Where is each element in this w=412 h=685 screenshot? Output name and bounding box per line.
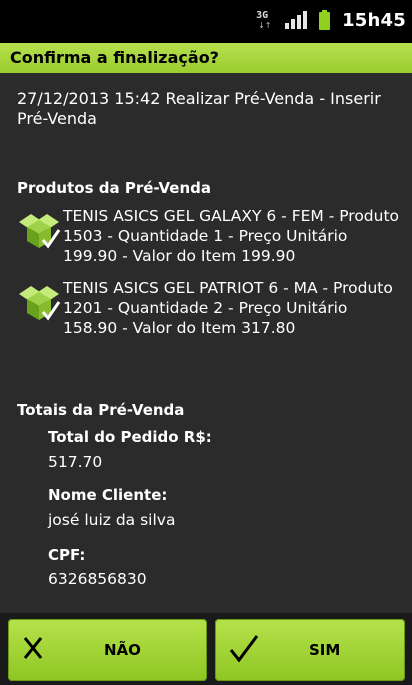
yes-button-label: SIM — [309, 641, 341, 659]
3g-data-icon: 3G ↓↑ — [256, 10, 272, 30]
signal-icon — [285, 11, 308, 29]
total-value: 517.70 — [48, 453, 103, 471]
no-button-label: NÃO — [104, 641, 141, 659]
cpf-label: CPF: — [48, 546, 86, 564]
yes-button[interactable]: SIM — [215, 619, 405, 681]
product-description: TENIS ASICS GEL GALAXY 6 - FEM - Produto… — [63, 207, 400, 265]
list-item: TENIS ASICS GEL GALAXY 6 - FEM - Produto… — [17, 206, 407, 270]
dialog-title-bar: Confirma a finalização? — [0, 43, 412, 73]
dialog-content[interactable]: 27/12/2013 15:42 Realizar Pré-Venda - In… — [0, 73, 412, 613]
battery-icon — [319, 10, 331, 30]
total-label: Total do Pedido R$: — [48, 428, 212, 446]
box-check-icon — [19, 214, 61, 249]
operation-header: 27/12/2013 15:42 Realizar Pré-Venda - In… — [17, 89, 381, 128]
box-check-icon — [19, 286, 61, 321]
products-section-title: Produtos da Pré-Venda — [17, 179, 212, 197]
cpf-value: 6326856830 — [48, 570, 147, 588]
clock: 15h45 — [342, 9, 406, 31]
status-bar: 3G ↓↑ 15h45 — [0, 0, 412, 40]
checkmark-icon — [229, 635, 259, 663]
client-name-label: Nome Cliente: — [48, 486, 168, 504]
product-description: TENIS ASICS GEL PATRIOT 6 - MA - Produto… — [63, 279, 393, 337]
status-icons: 3G ↓↑ 15h45 — [255, 9, 406, 31]
network-type-label: 3G — [256, 10, 269, 21]
totals-section-title: Totais da Pré-Venda — [17, 401, 185, 419]
dialog-button-bar: NÃO SIM — [0, 613, 412, 685]
no-button[interactable]: NÃO — [8, 619, 207, 681]
client-name-value: josé luiz da silva — [48, 511, 176, 529]
dialog-title: Confirma a finalização? — [10, 48, 219, 67]
list-item: TENIS ASICS GEL PATRIOT 6 - MA - Produto… — [17, 278, 407, 342]
close-icon — [23, 637, 43, 659]
